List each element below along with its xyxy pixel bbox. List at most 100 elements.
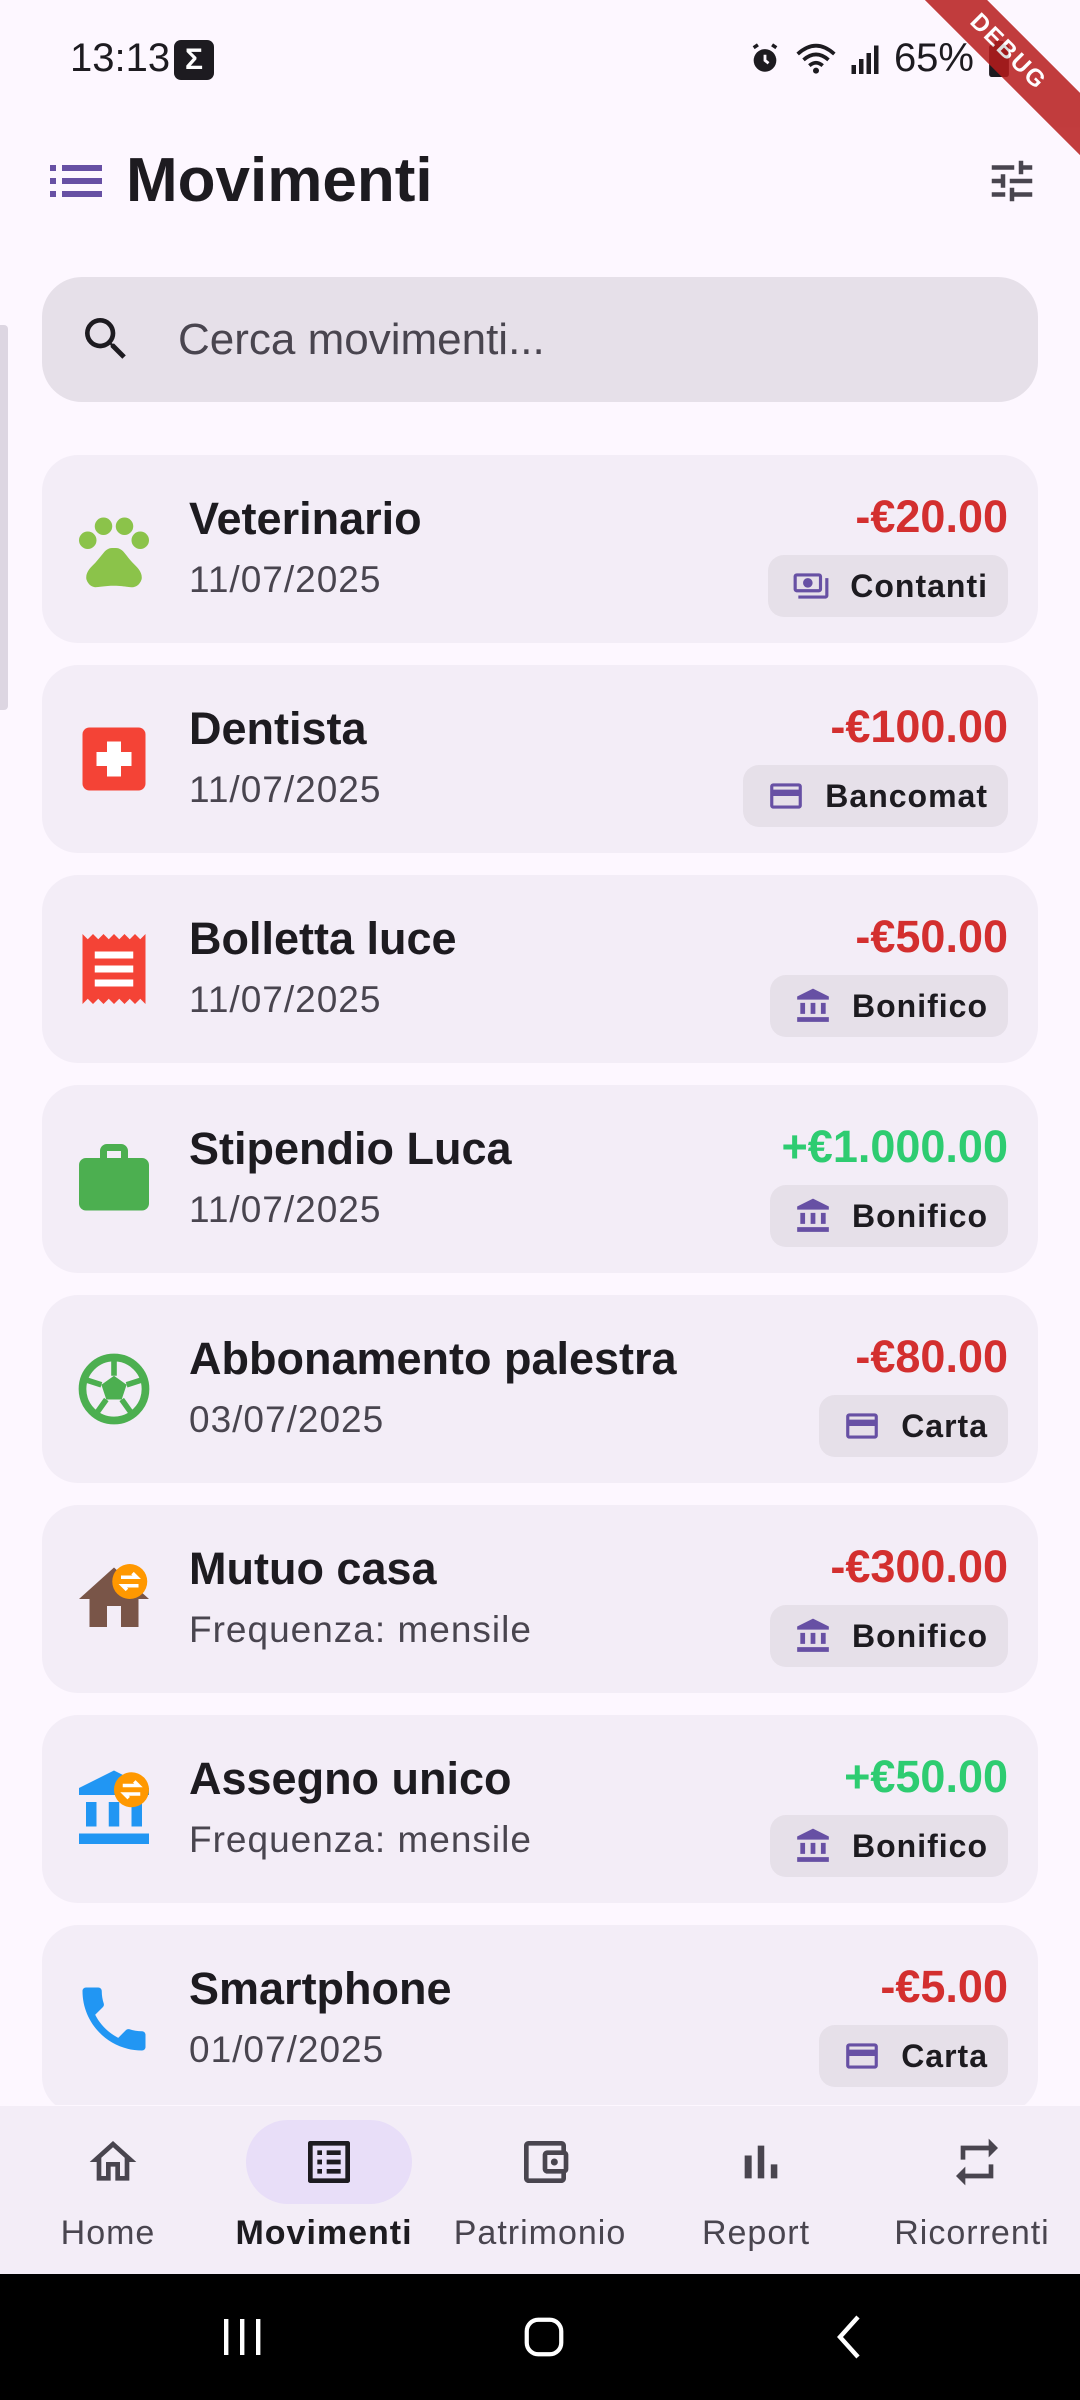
- alarm-icon: [752, 42, 778, 72]
- nav-movimenti[interactable]: Movimenti: [216, 2106, 432, 2274]
- transaction-title: Stipendio Luca: [189, 1123, 512, 1174]
- menu-list-icon: [50, 165, 102, 197]
- transaction-title: Assegno unico: [189, 1753, 512, 1804]
- transaction-date: 11/07/2025: [189, 769, 382, 810]
- transaction-card[interactable]: Mutuo casa Frequenza: mensile -€300.00 B…: [42, 1505, 1038, 1693]
- soccer-ball-icon: [78, 1353, 150, 1425]
- recent-apps-button[interactable]: [212, 2312, 272, 2362]
- page-title: Movimenti: [126, 146, 433, 215]
- transaction-card[interactable]: Bolletta luce 11/07/2025 -€50.00 Bonific…: [42, 875, 1038, 1063]
- nav-report[interactable]: Report: [648, 2106, 864, 2274]
- transaction-title: Dentista: [189, 703, 367, 754]
- back-button[interactable]: [818, 2312, 878, 2362]
- transaction-card[interactable]: Assegno unico Frequenza: mensile +€50.00…: [42, 1715, 1038, 1903]
- nav-ricorrenti-indicator: [894, 2120, 1060, 2204]
- bank-icon: [797, 988, 829, 1022]
- search-icon: [85, 318, 126, 359]
- nav-label: Home: [60, 2214, 156, 2252]
- bank-icon: [797, 1828, 829, 1862]
- transaction-amount: -€20.00: [855, 491, 1008, 542]
- back-icon: [837, 2315, 860, 2359]
- payment-method-label: Bonifico: [852, 1827, 988, 1864]
- transaction-date: 11/07/2025: [189, 1189, 382, 1230]
- home-circle-icon: [524, 2317, 564, 2357]
- transaction-title: Smartphone: [189, 1963, 452, 2014]
- briefcase-icon: [79, 1144, 149, 1211]
- nav-movimenti-indicator: [246, 2120, 412, 2204]
- nav-patrimonio[interactable]: Patrimonio: [432, 2106, 648, 2274]
- wallet-icon: [524, 2141, 569, 2183]
- medical-cross-icon: [82, 727, 146, 791]
- system-navigation-bar: [0, 2274, 1080, 2400]
- bank-recurring-icon: [79, 1770, 149, 1844]
- transaction-frequency: Frequenza: mensile: [189, 1609, 532, 1650]
- transaction-date: 01/07/2025: [189, 2029, 385, 2070]
- transaction-frequency: Frequenza: mensile: [189, 1819, 532, 1860]
- transaction-title: Bolletta luce: [189, 913, 457, 964]
- transaction-date: 03/07/2025: [189, 1399, 385, 1440]
- search-input[interactable]: [178, 277, 998, 402]
- home-icon: [89, 2141, 137, 2181]
- transaction-title: Mutuo casa: [189, 1543, 437, 1594]
- bank-icon: [797, 1618, 829, 1652]
- transaction-card[interactable]: Smartphone 01/07/2025 -€5.00 Carta: [42, 1925, 1038, 2105]
- nav-label: Report: [701, 2214, 811, 2252]
- payment-method-chip: Carta: [819, 2025, 1008, 2087]
- phone-icon: [82, 1987, 146, 2051]
- payment-method-label: Bancomat: [825, 777, 988, 814]
- repeat-icon: [956, 2138, 998, 2186]
- nav-label: Movimenti: [235, 2214, 413, 2252]
- cash-icon: [793, 573, 829, 599]
- transaction-card[interactable]: Veterinario 11/07/2025 -€20.00 Contanti: [42, 455, 1038, 643]
- nav-ricorrenti[interactable]: Ricorrenti: [864, 2106, 1080, 2274]
- tune-icon: [991, 160, 1033, 202]
- bottom-navigation: Home Movimenti Patrimonio Report Ricorre…: [0, 2106, 1080, 2274]
- recent-apps-icon: [224, 2319, 261, 2355]
- transaction-date: 11/07/2025: [189, 559, 382, 600]
- payment-method-chip: Bonifico: [770, 975, 1008, 1037]
- signal-icon: [851, 45, 879, 74]
- bar-chart-icon: [744, 2145, 778, 2179]
- scroll-indicator[interactable]: [0, 325, 8, 710]
- nav-report-indicator: [678, 2120, 844, 2204]
- app-bar: Movimenti: [0, 120, 1080, 250]
- payment-method-chip: Contanti: [768, 555, 1008, 617]
- home-system-button[interactable]: [514, 2312, 574, 2362]
- status-bar: 13:13 Σ 65%: [0, 0, 1080, 120]
- nav-label: Patrimonio: [453, 2214, 627, 2252]
- payment-method-label: Contanti: [850, 567, 988, 604]
- transaction-card[interactable]: Abbonamento palestra 03/07/2025 -€80.00 …: [42, 1295, 1038, 1483]
- payment-method-chip: Bancomat: [743, 765, 1008, 827]
- transaction-amount: -€300.00: [830, 1541, 1008, 1592]
- nav-home-indicator: [30, 2120, 196, 2204]
- card-icon: [846, 1413, 879, 1439]
- transaction-card[interactable]: Stipendio Luca 11/07/2025 +€1.000.00 Bon…: [42, 1085, 1038, 1273]
- wifi-icon: [796, 43, 836, 74]
- transaction-list: Veterinario 11/07/2025 -€20.00 Contanti …: [42, 455, 1038, 2105]
- paw-icon: [79, 517, 149, 588]
- house-recurring-icon: [79, 1564, 149, 1627]
- menu-button[interactable]: [40, 145, 112, 217]
- transaction-amount: -€5.00: [880, 1961, 1008, 2012]
- app-sigma-icon: Σ: [174, 40, 214, 80]
- transaction-amount: +€1.000.00: [781, 1121, 1008, 1172]
- payment-method-label: Carta: [901, 1407, 988, 1444]
- transaction-card[interactable]: Dentista 11/07/2025 -€100.00 Bancomat: [42, 665, 1038, 853]
- transaction-amount: -€50.00: [855, 911, 1008, 962]
- payment-method-label: Bonifico: [852, 1617, 988, 1654]
- bank-icon: [797, 1198, 829, 1232]
- transaction-amount: +€50.00: [844, 1751, 1008, 1802]
- transaction-title: Veterinario: [189, 493, 422, 544]
- card-icon: [846, 2043, 879, 2069]
- battery-level: 65%: [893, 36, 974, 80]
- nav-home[interactable]: Home: [0, 2106, 216, 2274]
- payment-method-chip: Bonifico: [770, 1185, 1008, 1247]
- card-icon: [770, 783, 803, 809]
- search-bar[interactable]: [42, 277, 1038, 402]
- payment-method-chip: Bonifico: [770, 1815, 1008, 1877]
- nav-patrimonio-indicator: [462, 2120, 628, 2204]
- transaction-date: 11/07/2025: [189, 979, 382, 1020]
- transaction-amount: -€80.00: [855, 1331, 1008, 1382]
- payment-method-label: Bonifico: [852, 987, 988, 1024]
- filter-button[interactable]: [972, 141, 1052, 221]
